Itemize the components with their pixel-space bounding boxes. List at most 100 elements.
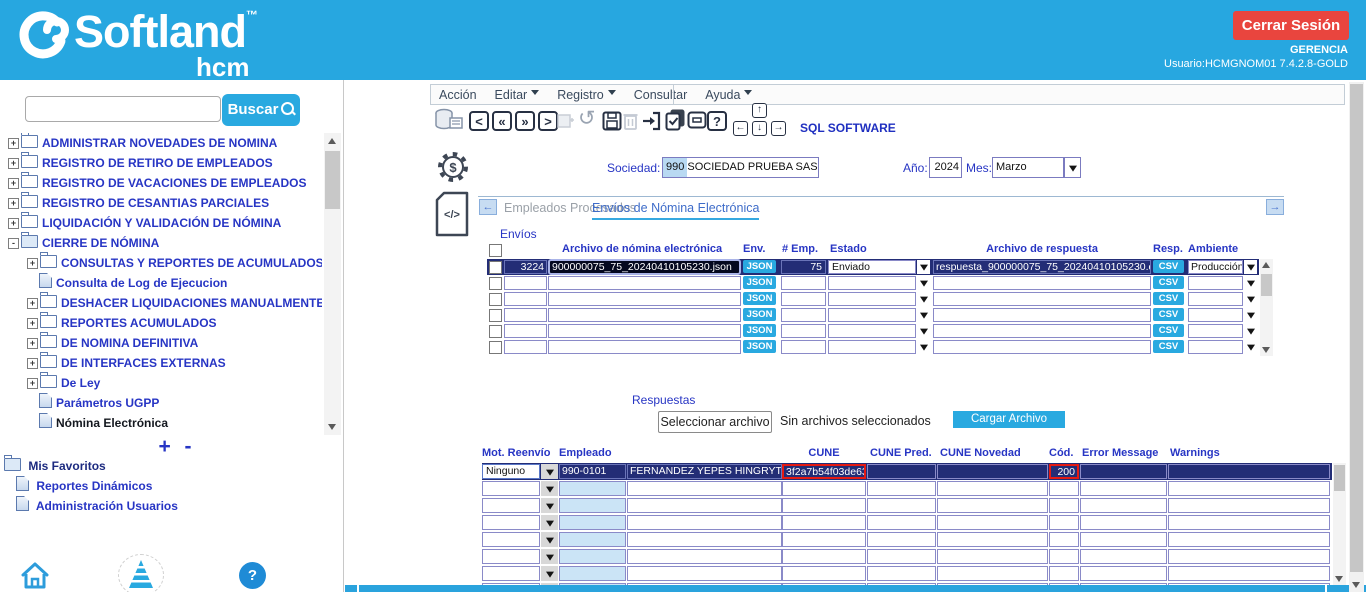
page-scrollbar[interactable]: [1349, 82, 1364, 592]
pyramid-icon[interactable]: [118, 554, 164, 592]
empleado-cell[interactable]: [559, 532, 626, 547]
mes-select[interactable]: Marzo: [992, 157, 1064, 178]
estado-dropdown-icon[interactable]: [917, 340, 930, 354]
motivo-cell[interactable]: [482, 549, 540, 564]
table-row[interactable]: JSONCSV: [487, 339, 1259, 355]
record-last-button[interactable]: »: [515, 111, 535, 131]
cune-pred-cell[interactable]: [867, 532, 936, 547]
motivo-cell[interactable]: [482, 532, 540, 547]
expand-icon[interactable]: +: [27, 258, 38, 269]
ambiente-dropdown-icon[interactable]: [1244, 276, 1257, 290]
nombre-cell[interactable]: [627, 498, 782, 513]
codigo-cell[interactable]: [1049, 481, 1079, 496]
estado-dropdown-icon[interactable]: [917, 308, 930, 322]
ambiente-cell[interactable]: [1188, 324, 1243, 338]
seq-cell[interactable]: [504, 276, 547, 290]
cune-pred-cell[interactable]: [867, 498, 936, 513]
json-button[interactable]: JSON: [743, 308, 776, 321]
ambiente-cell[interactable]: [1188, 292, 1243, 306]
save-icon[interactable]: [602, 111, 622, 131]
tree-item[interactable]: Parámetros UGPP: [2, 393, 322, 413]
validate-icon[interactable]: [665, 109, 686, 131]
window-icon[interactable]: [687, 111, 707, 129]
table-row[interactable]: [482, 480, 1332, 497]
estado-dropdown-icon[interactable]: [917, 292, 930, 306]
cune-cell[interactable]: [782, 532, 866, 547]
expand-icon[interactable]: +: [27, 378, 38, 389]
tree-item[interactable]: -CIERRE DE NÓMINA: [2, 233, 322, 253]
scroll-up-icon[interactable]: [324, 133, 341, 149]
nombre-cell[interactable]: FERNANDEZ YEPES HINGRYT: [627, 464, 782, 479]
favorite-item[interactable]: Administración Usuarios: [16, 496, 178, 514]
seq-cell[interactable]: 3224: [504, 260, 547, 274]
motivo-dropdown-icon[interactable]: [541, 515, 558, 530]
motivo-dropdown-icon[interactable]: [541, 566, 558, 581]
cune-cell[interactable]: [782, 549, 866, 564]
table-row[interactable]: JSONCSV: [487, 291, 1259, 307]
motivo-cell[interactable]: [482, 498, 540, 513]
respuesta-cell[interactable]: [933, 308, 1151, 322]
scroll-up-icon[interactable]: [1260, 259, 1273, 271]
archivo-cell[interactable]: [548, 276, 741, 290]
anio-field[interactable]: 2024: [929, 157, 962, 178]
nombre-cell[interactable]: [627, 549, 782, 564]
menu-registro[interactable]: Registro: [557, 88, 616, 102]
table-row[interactable]: JSON CSV: [487, 323, 1259, 339]
row-checkbox[interactable]: [489, 261, 502, 274]
ambiente-cell[interactable]: [1188, 340, 1243, 354]
select-file-button[interactable]: Seleccionar archivo: [658, 411, 772, 433]
select-all-checkbox[interactable]: [489, 244, 502, 257]
estado-dropdown-icon[interactable]: [917, 260, 930, 274]
emp-count-cell[interactable]: [781, 292, 826, 306]
help-button[interactable]: ?: [707, 111, 727, 131]
menu-acción[interactable]: Acción: [439, 88, 477, 102]
seq-cell[interactable]: [504, 324, 547, 338]
ambiente-cell[interactable]: [1188, 308, 1243, 322]
csv-button[interactable]: CSV: [1153, 324, 1184, 337]
codigo-cell-error[interactable]: 200: [1049, 464, 1079, 479]
emp-count-cell[interactable]: [781, 340, 826, 354]
estado-cell[interactable]: [828, 340, 916, 354]
table-row[interactable]: [482, 565, 1332, 582]
estado-cell[interactable]: [828, 276, 916, 290]
scroll-down-icon[interactable]: [324, 419, 341, 435]
table-row[interactable]: [482, 497, 1332, 514]
json-button[interactable]: JSON: [743, 324, 776, 337]
json-button[interactable]: JSON: [743, 292, 776, 305]
payroll-settings-icon[interactable]: $: [436, 149, 470, 185]
add-favorite-button[interactable]: +: [158, 435, 170, 458]
empleado-cell[interactable]: [559, 566, 626, 581]
cune-novedad-cell[interactable]: [937, 464, 1048, 479]
table-row[interactable]: [482, 514, 1332, 531]
cune-novedad-cell[interactable]: [937, 498, 1048, 513]
error-message-cell[interactable]: [1080, 515, 1167, 530]
json-button[interactable]: JSON: [743, 340, 776, 353]
tab-scroll-right-icon[interactable]: →: [1266, 199, 1284, 215]
row-checkbox[interactable]: [489, 341, 502, 354]
tree-item[interactable]: +LIQUIDACIÓN Y VALIDACIÓN DE NÓMINA: [2, 213, 322, 233]
emp-count-cell[interactable]: [781, 276, 826, 290]
undo-icon[interactable]: ↺: [578, 106, 596, 131]
archivo-cell[interactable]: [548, 292, 741, 306]
tree-item[interactable]: +DESHACER LIQUIDACIONES MANUALMENTE: [2, 293, 322, 313]
estado-dropdown-icon[interactable]: [917, 324, 930, 338]
row-checkbox[interactable]: [489, 277, 502, 290]
codigo-cell[interactable]: [1049, 532, 1079, 547]
estado-dropdown-icon[interactable]: [917, 276, 930, 290]
warnings-cell[interactable]: [1168, 481, 1330, 496]
table-row[interactable]: JSONCSV: [487, 275, 1259, 291]
respuesta-cell[interactable]: respuesta_900000075_75_20240410105230.c: [933, 260, 1151, 274]
empleado-cell[interactable]: [559, 549, 626, 564]
warnings-cell[interactable]: [1168, 464, 1330, 479]
ambiente-dropdown-icon[interactable]: [1244, 340, 1257, 354]
upload-file-button[interactable]: Cargar Archivo: [953, 411, 1065, 428]
csv-button[interactable]: CSV: [1153, 276, 1184, 289]
error-message-cell[interactable]: [1080, 481, 1167, 496]
sociedad-field[interactable]: 990SOCIEDAD PRUEBA SAS: [662, 157, 819, 178]
motivo-dropdown-icon[interactable]: [541, 549, 558, 564]
nav-right-icon[interactable]: →: [771, 121, 786, 136]
expand-icon[interactable]: +: [27, 358, 38, 369]
menu-editar[interactable]: Editar: [495, 88, 540, 102]
mes-dropdown-icon[interactable]: [1064, 157, 1081, 178]
archivo-cell[interactable]: [548, 308, 741, 322]
